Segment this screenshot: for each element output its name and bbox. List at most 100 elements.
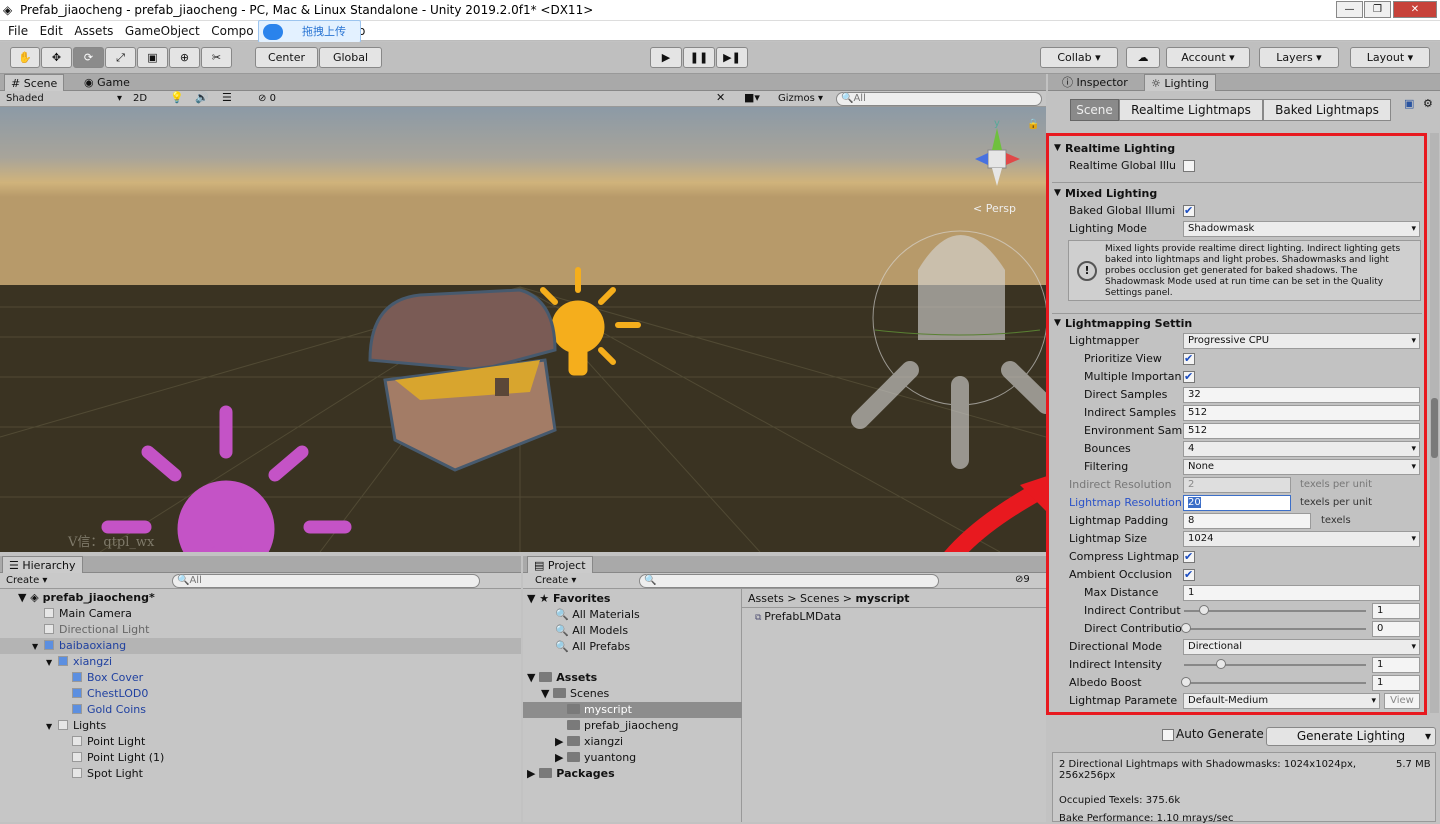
- rect-tool-button[interactable]: ▣: [137, 47, 168, 68]
- lighting-scene-tab[interactable]: Scene: [1070, 99, 1119, 121]
- watermark-text: V信：qtpl_wx: [68, 535, 155, 550]
- hierarchy-item-label: Point Light: [87, 735, 146, 748]
- packages-row[interactable]: ▶ Packages: [527, 766, 615, 782]
- menu-assets[interactable]: Assets: [74, 21, 113, 41]
- tab-game[interactable]: ◉ Game: [78, 74, 136, 91]
- expand-toggle-icon[interactable]: ▼: [32, 639, 44, 655]
- scale-tool-button[interactable]: ⤢: [105, 47, 136, 68]
- close-button[interactable]: ✕: [1393, 1, 1437, 18]
- stats-panel: 2 Directional Lightmaps with Shadowmasks…: [1052, 752, 1436, 824]
- project-breadcrumb: Assets > Scenes > myscript: [748, 592, 910, 605]
- space-toggle[interactable]: Global: [319, 47, 382, 68]
- hierarchy-item[interactable]: Box Cover: [60, 670, 143, 686]
- shading-dropdown[interactable]: Shaded ▾: [6, 92, 124, 106]
- svg-text:y: y: [994, 118, 1000, 129]
- hierarchy-item[interactable]: ▼ baibaoxiang: [0, 638, 521, 654]
- hand-tool-button[interactable]: ✋: [10, 47, 40, 68]
- expand-toggle-icon[interactable]: ▼: [46, 719, 58, 735]
- folder-yuantong-row[interactable]: ▶ yuantong: [555, 750, 636, 766]
- hierarchy-item[interactable]: Point Light (1): [60, 750, 164, 766]
- hierarchy-scene-row[interactable]: ▼ ◈ prefab_jiaocheng*: [18, 590, 155, 606]
- scene-search-input[interactable]: 🔍All: [836, 92, 1042, 106]
- menu-component[interactable]: Compo: [211, 21, 253, 41]
- hierarchy-item[interactable]: Spot Light: [60, 766, 143, 782]
- scene-viewport[interactable]: y < Persp 🔒 V信：qtpl_wx: [0, 107, 1046, 552]
- space-label: Global: [332, 51, 369, 64]
- favorite-item[interactable]: 🔍 All Models: [555, 623, 628, 639]
- effects-dropdown-icon[interactable]: ☰: [222, 91, 232, 104]
- help-icon[interactable]: ▣: [1404, 97, 1414, 110]
- tab-scene[interactable]: # Scene: [4, 74, 65, 91]
- scrollbar[interactable]: [1430, 133, 1439, 713]
- rotate-tool-button[interactable]: ⟳: [73, 47, 104, 68]
- minimize-button[interactable]: —: [1336, 1, 1363, 18]
- hidden-packages-counter[interactable]: ⊘9: [1015, 574, 1030, 585]
- menu-gameobject[interactable]: GameObject: [125, 21, 200, 41]
- baked-lightmaps-tab[interactable]: Baked Lightmaps: [1263, 99, 1391, 121]
- cloud-button[interactable]: ☁: [1126, 47, 1160, 68]
- hierarchy-search-input[interactable]: 🔍All: [172, 574, 480, 588]
- lighting-toggle-icon[interactable]: 💡: [170, 91, 184, 104]
- asset-file-row[interactable]: ⧉ PrefabLMData: [755, 609, 841, 625]
- tab-lighting[interactable]: ☼ Lighting: [1144, 74, 1216, 91]
- favorites-row[interactable]: ▼ ★ Favorites: [527, 591, 610, 607]
- account-dropdown[interactable]: Account ▾: [1166, 47, 1250, 68]
- hierarchy-item[interactable]: Gold Coins: [60, 702, 146, 718]
- step-button[interactable]: ▶❚: [716, 47, 748, 68]
- hierarchy-create-dropdown[interactable]: Create ▾: [6, 574, 47, 588]
- hidden-objects-counter[interactable]: ⊘ 0: [258, 92, 276, 106]
- scene-lock-icon[interactable]: 🔒: [1027, 119, 1039, 130]
- folder-prefab-row[interactable]: prefab_jiaocheng: [567, 718, 678, 734]
- breadcrumb-scenes[interactable]: Scenes: [800, 592, 839, 605]
- project-create-dropdown[interactable]: Create ▾: [535, 574, 576, 588]
- upload-button[interactable]: 拖拽上传: [258, 20, 361, 43]
- project-search-input[interactable]: 🔍: [639, 574, 939, 588]
- layout-dropdown[interactable]: Layout ▾: [1350, 47, 1430, 68]
- pivot-toggle[interactable]: Center: [255, 47, 318, 68]
- cloud-icon: [263, 24, 283, 40]
- toggle-2d[interactable]: 2D: [133, 92, 147, 106]
- tab-inspector[interactable]: ⓘ Inspector: [1056, 74, 1134, 91]
- generate-lighting-button[interactable]: Generate Lighting ▾: [1266, 727, 1436, 746]
- layers-dropdown[interactable]: Layers ▾: [1259, 47, 1339, 68]
- menu-file[interactable]: File: [8, 21, 28, 41]
- assets-row[interactable]: ▼ Assets: [527, 670, 597, 686]
- maximize-button[interactable]: ❐: [1364, 1, 1391, 18]
- hierarchy-item[interactable]: ▼ xiangzi: [46, 654, 112, 670]
- custom-tool-button[interactable]: ✂: [201, 47, 232, 68]
- settings-gear-icon[interactable]: ⚙: [1423, 97, 1433, 110]
- folder-xiangzi-row[interactable]: ▶ xiangzi: [555, 734, 623, 750]
- breadcrumb-myscript[interactable]: myscript: [856, 592, 910, 605]
- hierarchy-item-label: baibaoxiang: [59, 639, 127, 652]
- hierarchy-item[interactable]: ▼ Lights: [46, 718, 106, 734]
- folder-myscript-row[interactable]: myscript: [523, 702, 742, 718]
- favorite-item[interactable]: 🔍 All Materials: [555, 607, 640, 623]
- realtime-lightmaps-tab[interactable]: Realtime Lightmaps: [1119, 99, 1263, 121]
- audio-toggle-icon[interactable]: 🔊: [195, 91, 209, 104]
- breadcrumb-assets[interactable]: Assets: [748, 592, 784, 605]
- hierarchy-item-label: Gold Coins: [87, 703, 146, 716]
- favorite-item[interactable]: 🔍 All Prefabs: [555, 639, 630, 655]
- collab-button[interactable]: Collab ▾: [1040, 47, 1118, 68]
- play-button[interactable]: ▶: [650, 47, 682, 68]
- hierarchy-item[interactable]: Point Light: [60, 734, 145, 750]
- hierarchy-item[interactable]: Main Camera: [32, 606, 132, 622]
- hierarchy-item-label: Box Cover: [87, 671, 144, 684]
- scenes-folder-row[interactable]: ▼ Scenes: [541, 686, 609, 702]
- tab-project[interactable]: ▤ Project: [527, 556, 593, 573]
- gizmos-dropdown[interactable]: Gizmos ▾: [778, 92, 823, 106]
- transform-tool-button[interactable]: ⊕: [169, 47, 200, 68]
- hierarchy-item[interactable]: Directional Light: [32, 622, 149, 638]
- move-tool-button[interactable]: ✥: [41, 47, 72, 68]
- gameobject-icon: [72, 736, 82, 746]
- camera-dropdown-icon[interactable]: ■▾: [744, 91, 760, 104]
- menu-edit[interactable]: Edit: [40, 21, 63, 41]
- tab-hierarchy[interactable]: ☰ Hierarchy: [2, 556, 83, 573]
- expand-toggle-icon[interactable]: ▼: [46, 655, 58, 671]
- persp-label[interactable]: < Persp: [973, 202, 1016, 215]
- pause-button[interactable]: ❚❚: [683, 47, 715, 68]
- auto-generate-checkbox[interactable]: [1162, 729, 1174, 741]
- window-title: Prefab_jiaocheng - prefab_jiaocheng - PC…: [20, 3, 594, 17]
- tools-icon[interactable]: ✕: [716, 91, 725, 104]
- hierarchy-item[interactable]: ChestLOD0: [60, 686, 148, 702]
